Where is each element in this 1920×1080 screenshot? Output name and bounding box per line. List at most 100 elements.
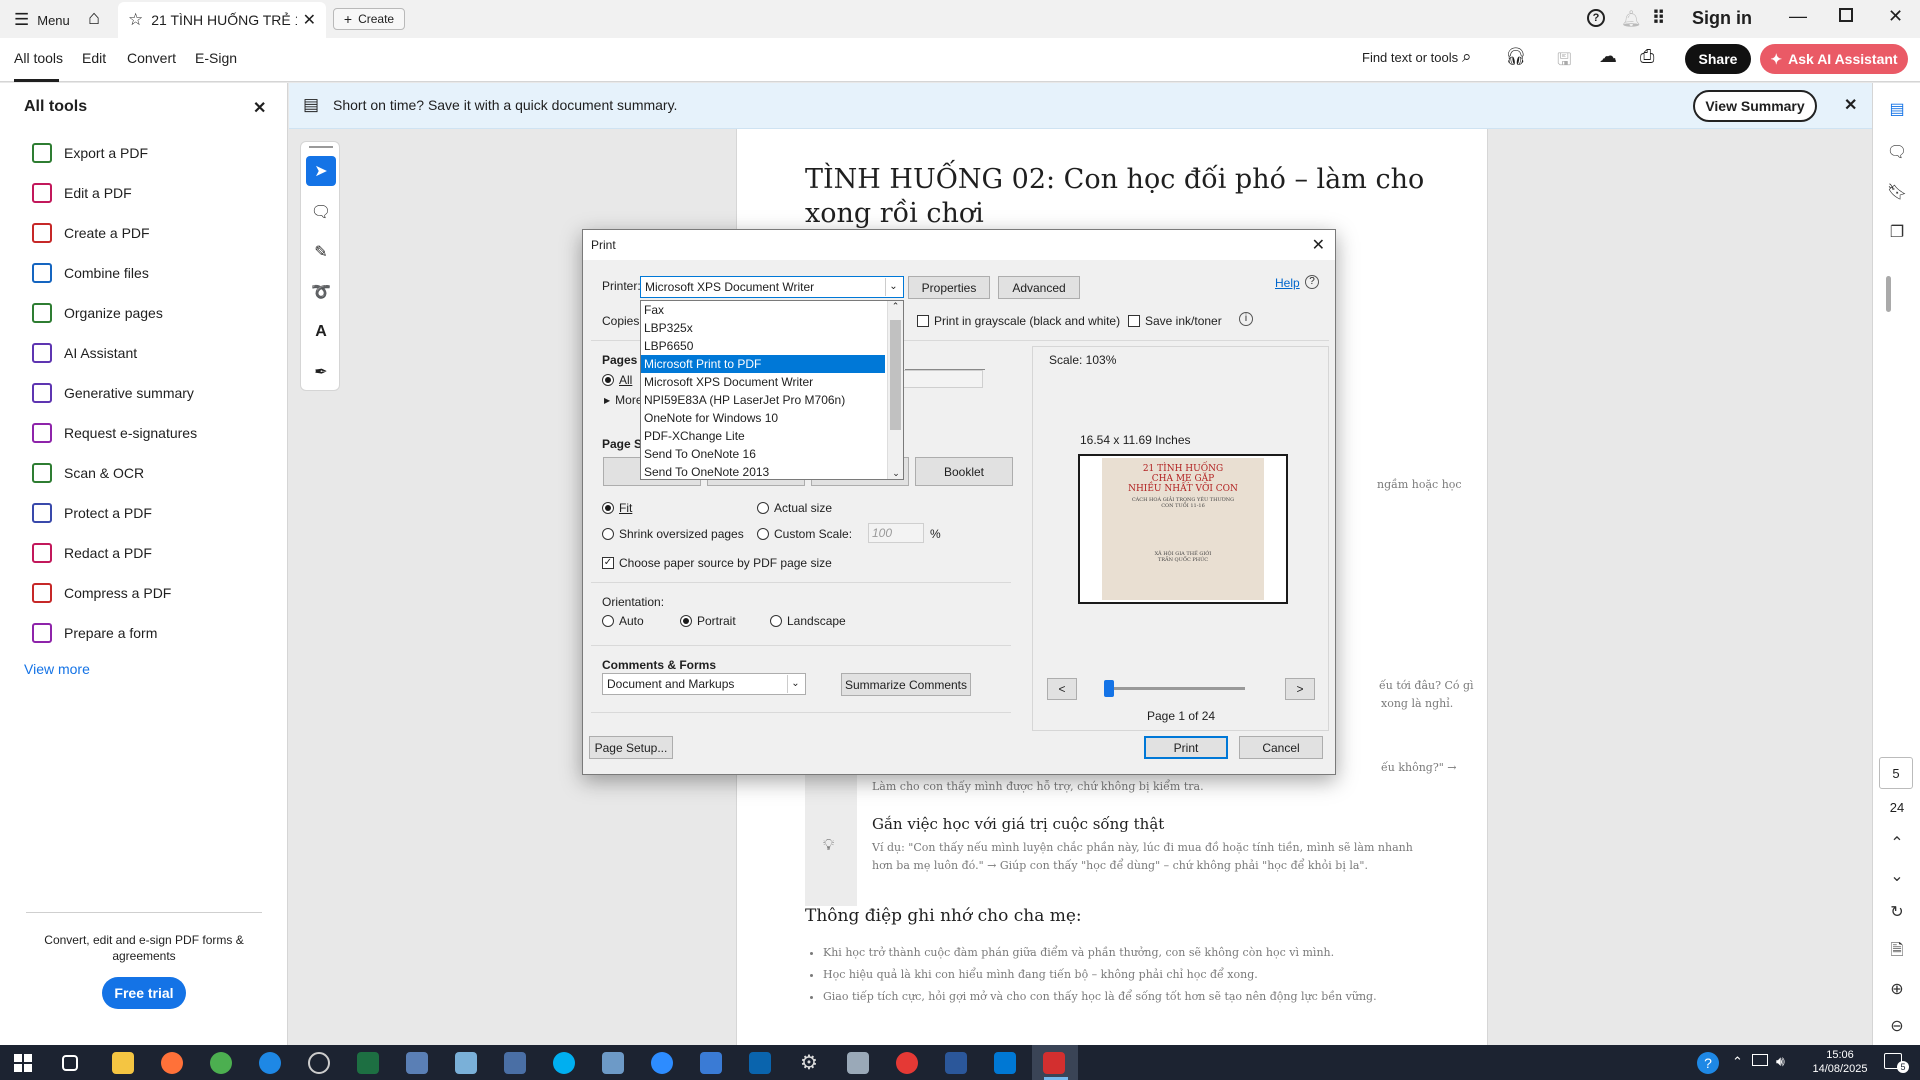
shrink-radio[interactable] [602,528,614,540]
printer-option[interactable]: OneNote for Windows 10 [641,409,885,427]
printer-option[interactable]: LBP6650 [641,337,885,355]
page-slider-thumb[interactable] [1104,680,1114,697]
app-icon[interactable] [406,1052,428,1074]
close-panel-icon[interactable]: ✕ [253,98,266,118]
auto-radio[interactable] [602,615,614,627]
zoom-in-icon[interactable]: ⊕ [1885,977,1909,1001]
landscape-radio[interactable] [770,615,782,627]
close-window-icon[interactable]: ✕ [1888,6,1903,27]
info-icon[interactable]: i [1239,312,1253,326]
save-ink-option[interactable]: Save ink/toner [1128,314,1222,328]
summary-panel-icon[interactable]: ▤ [1885,97,1909,121]
custom-scale-input[interactable]: 100 [868,523,924,543]
grayscale-checkbox[interactable] [917,315,929,327]
file-explorer-icon[interactable] [112,1052,134,1074]
obs-icon[interactable] [308,1052,330,1074]
save-icon[interactable]: 🖫 [1557,47,1571,76]
vscode-icon[interactable] [994,1052,1016,1074]
tab-convert[interactable]: Convert [127,50,176,66]
search-icon[interactable]: ⌕ [1462,47,1472,67]
tool-item-request-e-signatures[interactable]: Request e-signatures [32,421,197,445]
document-tab[interactable]: ☆ 21 TÌNH HUỐNG TRẺ 11-1... ✕ [118,2,326,38]
more-options-toggle[interactable]: ▶ More [604,393,643,407]
tab-edit[interactable]: Edit [82,50,106,66]
fit-option[interactable]: Fit [602,501,632,515]
help-tray-icon[interactable]: ? [1697,1052,1719,1074]
previous-page-button[interactable]: < [1047,678,1077,700]
page-slider-track[interactable] [1105,687,1245,690]
draw-lasso-icon[interactable]: ➰ [306,277,336,307]
chevron-down-icon[interactable]: ⌄ [787,675,803,693]
comments-forms-select[interactable]: Document and Markups ⌄ [602,673,806,695]
app-icon[interactable] [602,1052,624,1074]
custom-scale-option[interactable]: Custom Scale: [757,527,852,541]
find-tools-label[interactable]: Find text or tools [1362,50,1458,65]
outlook-icon[interactable] [749,1052,771,1074]
orientation-auto-option[interactable]: Auto [602,614,644,628]
properties-button[interactable]: Properties [908,276,990,299]
tool-item-redact-a-pdf[interactable]: Redact a PDF [32,541,152,565]
start-icon[interactable] [14,1054,32,1072]
firefox-icon[interactable] [161,1052,183,1074]
text-select-icon[interactable]: A [306,317,336,347]
headset-icon[interactable]: 🎧︎ [1505,47,1527,67]
tool-item-scan-ocr[interactable]: Scan & OCR [32,461,144,485]
tool-item-ai-assistant[interactable]: AI Assistant [32,341,137,365]
refresh-icon[interactable]: ↻ [1885,900,1909,924]
edge-icon[interactable] [259,1052,281,1074]
create-button[interactable]: + Create [333,8,405,30]
excel-icon[interactable] [357,1052,379,1074]
booklet-button[interactable]: Booklet [915,457,1013,486]
view-more-link[interactable]: View more [24,661,90,677]
printer-select[interactable]: Microsoft XPS Document Writer ⌄ [640,276,904,298]
skype-icon[interactable] [553,1052,575,1074]
tool-item-prepare-a-form[interactable]: Prepare a form [32,621,157,645]
tool-item-export-a-pdf[interactable]: Export a PDF [32,141,148,165]
comment-tool-icon[interactable]: 🗨︎ [306,197,336,227]
help-circle-icon[interactable]: ? [1305,275,1319,289]
acrobat-icon[interactable] [1043,1052,1065,1074]
sign-in-button[interactable]: Sign in [1692,8,1752,29]
chrome-icon[interactable] [210,1052,232,1074]
app-icon[interactable] [455,1052,477,1074]
orientation-landscape-option[interactable]: Landscape [770,614,846,628]
tab-esign[interactable]: E-Sign [195,50,237,66]
chevron-down-icon[interactable]: ⌄ [885,278,901,296]
volume-icon[interactable]: 🔊︎ [1776,1053,1785,1070]
print-button[interactable]: Print [1144,736,1228,759]
zoom-out-icon[interactable]: ⊖ [1885,1014,1909,1038]
app-icon[interactable] [700,1052,722,1074]
minimize-icon[interactable]: — [1789,6,1807,27]
tab-all-tools[interactable]: All tools [14,50,63,66]
free-trial-button[interactable]: Free trial [102,977,186,1009]
apps-grid-icon[interactable]: ⠿ [1652,8,1665,29]
app-icon[interactable] [847,1052,869,1074]
close-tab-icon[interactable]: ✕ [303,10,316,30]
share-button[interactable]: Share [1685,44,1751,74]
shrink-option[interactable]: Shrink oversized pages [602,527,744,541]
printer-option[interactable]: LBP325x [641,319,885,337]
tool-item-organize-pages[interactable]: Organize pages [32,301,163,325]
advanced-button[interactable]: Advanced [998,276,1080,299]
word-icon[interactable] [945,1052,967,1074]
app-icon[interactable] [504,1052,526,1074]
app-icon[interactable] [896,1052,918,1074]
next-page-button[interactable]: > [1285,678,1315,700]
page-number-input[interactable]: 5 [1879,757,1913,789]
tool-item-compress-a-pdf[interactable]: Compress a PDF [32,581,171,605]
tool-item-edit-a-pdf[interactable]: Edit a PDF [32,181,132,205]
summarize-comments-button[interactable]: Summarize Comments [841,673,971,696]
actual-size-radio[interactable] [757,502,769,514]
chevron-down-icon[interactable]: ⌄ [1885,864,1909,888]
printer-option[interactable]: Send To OneNote 16 [641,445,885,463]
chevron-up-icon[interactable]: ⌃ [1885,831,1909,855]
save-ink-checkbox[interactable] [1128,315,1140,327]
help-icon[interactable]: ? [1587,9,1605,27]
highlight-pen-icon[interactable]: ✎ [306,237,336,267]
maximize-icon[interactable] [1839,8,1853,22]
paper-source-checkbox[interactable]: ✓ [602,557,614,569]
all-pages-radio[interactable] [602,374,614,386]
tool-item-combine-files[interactable]: Combine files [32,261,149,285]
tool-item-create-a-pdf[interactable]: Create a PDF [32,221,150,245]
grayscale-option[interactable]: Print in grayscale (black and white) [917,314,1120,328]
